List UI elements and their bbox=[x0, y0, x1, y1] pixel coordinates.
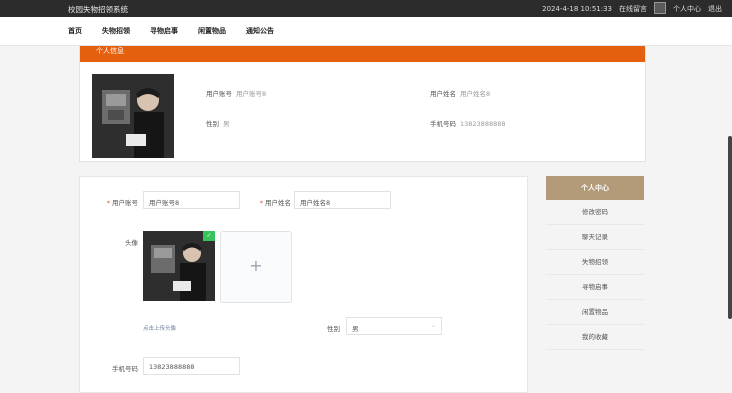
online-message-link[interactable]: 在线留言 bbox=[619, 4, 647, 14]
nav-lost-notice[interactable]: 寻物启事 bbox=[150, 26, 178, 36]
sidebar-title: 个人中心 bbox=[546, 176, 644, 200]
nav-lost-found[interactable]: 失物招领 bbox=[102, 26, 130, 36]
nav-announcements[interactable]: 通知公告 bbox=[246, 26, 274, 36]
profile-account-value: 用户账号8 bbox=[236, 90, 267, 98]
page-scrollbar[interactable] bbox=[728, 136, 732, 319]
sidebar-item-lost-found[interactable]: 失物招领 bbox=[546, 250, 644, 275]
name-label-text: 用户姓名 bbox=[265, 199, 291, 207]
required-mark: * bbox=[259, 199, 263, 207]
profile-phone-value: 13823888888 bbox=[460, 120, 506, 128]
account-input[interactable]: 用户账号8 bbox=[143, 191, 240, 209]
top-bar: 校园失物招领系统 2024-4-18 10:51:33 在线留言 个人中心 退出 bbox=[0, 0, 732, 17]
edit-form: * 用户账号 用户账号8 * 用户姓名 用户姓名8 头像 ✓ + 点击上传头像 性别… bbox=[79, 176, 528, 393]
logout-link[interactable]: 退出 bbox=[708, 4, 722, 14]
account-label: * 用户账号 bbox=[90, 197, 138, 207]
name-label: * 用户姓名 bbox=[245, 197, 291, 207]
gender-label: 性别 bbox=[327, 325, 340, 333]
profile-gender-value: 男 bbox=[223, 120, 230, 128]
profile-name: 用户姓名 用户姓名8 bbox=[430, 88, 490, 98]
profile-name-value: 用户姓名8 bbox=[460, 90, 491, 98]
avatar[interactable] bbox=[654, 2, 666, 14]
sidebar-item-lost-notice[interactable]: 寻物启事 bbox=[546, 275, 644, 300]
profile-phone-label: 手机号码 bbox=[430, 120, 456, 128]
gender-select-value: 男 bbox=[352, 325, 359, 333]
sidebar-item-chat-history[interactable]: 聊天记录 bbox=[546, 225, 644, 250]
profile-phone: 手机号码 13823888888 bbox=[430, 118, 506, 128]
profile-photo bbox=[92, 74, 174, 158]
sidebar-item-idle-items[interactable]: 闲置物品 bbox=[546, 300, 644, 325]
profile-account: 用户账号 用户账号8 bbox=[206, 88, 266, 98]
profile-name-label: 用户姓名 bbox=[430, 90, 456, 98]
nav-home[interactable]: 首页 bbox=[68, 26, 82, 36]
avatar-label: 头像 bbox=[125, 239, 138, 247]
required-mark: * bbox=[106, 199, 110, 207]
profile-card-title: 个人信息 bbox=[96, 47, 124, 55]
profile-gender: 性别男 bbox=[206, 118, 230, 128]
user-center-link[interactable]: 个人中心 bbox=[673, 4, 701, 14]
account-label-text: 用户账号 bbox=[112, 199, 138, 207]
profile-card-header: 个人信息 bbox=[80, 46, 645, 62]
name-input[interactable]: 用户姓名8 bbox=[294, 191, 391, 209]
profile-gender-label: 性别 bbox=[206, 120, 219, 128]
site-title: 校园失物招领系统 bbox=[68, 5, 128, 14]
datetime: 2024-4-18 10:51:33 bbox=[542, 5, 612, 13]
chevron-down-icon: ⌄ bbox=[430, 322, 436, 329]
sidebar-item-change-password[interactable]: 修改密码 bbox=[546, 200, 644, 225]
main-nav: 首页 失物招领 寻物启事 闲置物品 通知公告 bbox=[0, 17, 732, 46]
avatar-upload-button[interactable]: + bbox=[220, 231, 292, 303]
profile-account-label: 用户账号 bbox=[206, 90, 232, 98]
sidebar-item-favorites[interactable]: 我的收藏 bbox=[546, 325, 644, 350]
phone-input[interactable]: 13823888888 bbox=[143, 357, 240, 375]
profile-card: 个人信息 用户账号 用户账号8 用户姓名 用户姓名8 性别男 手机号码 1382388… bbox=[79, 45, 646, 162]
gender-select[interactable]: 男 ⌄ bbox=[346, 317, 442, 335]
upload-hint: 点击上传头像 bbox=[143, 326, 177, 332]
upload-success-icon: ✓ bbox=[203, 231, 215, 241]
user-center-sidebar: 个人中心 修改密码 聊天记录 失物招领 寻物启事 闲置物品 我的收藏 bbox=[546, 176, 644, 350]
avatar-upload-preview[interactable]: ✓ bbox=[143, 231, 215, 301]
nav-idle-items[interactable]: 闲置物品 bbox=[198, 26, 226, 36]
phone-label: 手机号码 bbox=[112, 365, 138, 373]
top-bar-right: 2024-4-18 10:51:33 在线留言 个人中心 退出 bbox=[542, 2, 722, 14]
